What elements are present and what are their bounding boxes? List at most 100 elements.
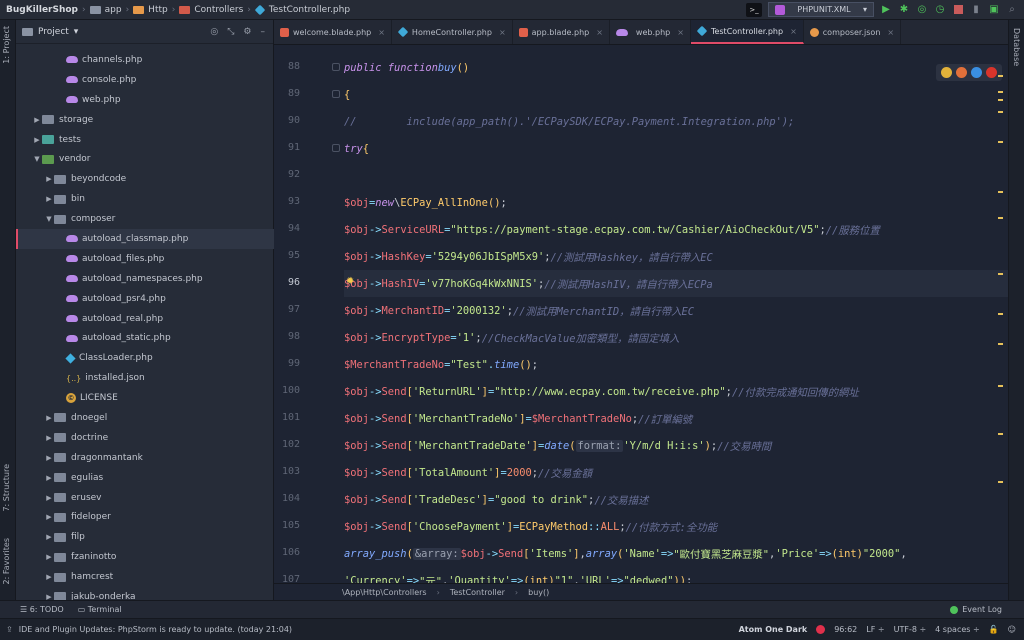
code-line[interactable]: $obj -> Send['ReturnURL'] = "http://www.ec…: [344, 378, 859, 405]
coverage-icon[interactable]: ◎: [916, 4, 928, 16]
tree-item[interactable]: ▶ tests: [16, 130, 274, 150]
code-line[interactable]: $obj -> Send['TradeDesc'] = "good to drink…: [344, 486, 648, 513]
chevron-right-icon[interactable]: ▶: [44, 175, 54, 183]
debug-icon[interactable]: ✱: [898, 4, 910, 16]
code-line[interactable]: $obj = new \ ECPay_AllInOne();: [344, 189, 507, 216]
tree-item[interactable]: ▼ composer: [16, 209, 274, 229]
chevron-right-icon[interactable]: ▶: [32, 136, 42, 144]
tree-item[interactable]: console.php: [16, 70, 274, 90]
file-encoding[interactable]: UTF-8 ÷: [894, 625, 927, 634]
close-icon[interactable]: ×: [378, 28, 385, 37]
chevron-right-icon[interactable]: ▶: [44, 573, 54, 581]
close-icon[interactable]: ×: [790, 27, 797, 36]
tree-item[interactable]: ▶ doctrine: [16, 428, 274, 448]
tree-item[interactable]: autoload_static.php: [16, 328, 274, 348]
tree-item[interactable]: autoload_files.php: [16, 249, 274, 269]
chevron-right-icon[interactable]: ▶: [44, 474, 54, 482]
chrome-icon[interactable]: [941, 67, 952, 78]
tree-item[interactable]: autoload_classmap.php: [16, 229, 274, 249]
inspector-icon[interactable]: ☺: [1008, 625, 1016, 634]
status-message[interactable]: IDE and Plugin Updates: PhpStorm is read…: [19, 625, 292, 634]
update-icon[interactable]: ⇪: [6, 625, 13, 634]
code-line[interactable]: $MerchantTradeNo = "Test". time() ;: [344, 351, 538, 378]
chevron-right-icon[interactable]: ▶: [44, 513, 54, 521]
vcs-icon[interactable]: ▣: [988, 4, 1000, 16]
stop-icon[interactable]: [952, 4, 964, 16]
hide-icon[interactable]: –: [261, 27, 266, 37]
breakpoint-slot[interactable]: [332, 144, 340, 152]
tree-item[interactable]: ▶ fzaninotto: [16, 547, 274, 567]
chevron-right-icon[interactable]: ▶: [44, 553, 54, 561]
code-line[interactable]: // include(app_path().'/ECPaySDK/ECPay.P…: [344, 108, 794, 135]
tree-item[interactable]: autoload_real.php: [16, 309, 274, 329]
tree-item[interactable]: web.php: [16, 90, 274, 110]
code-line[interactable]: 'Currency' => "元", 'Quantity' => (int) "…: [344, 567, 692, 584]
editor-tab[interactable]: TestController.php ×: [690, 20, 804, 44]
project-tool-tab[interactable]: 1: Project: [2, 26, 11, 64]
chevron-down-icon[interactable]: ▼: [32, 155, 42, 163]
structure-tool-tab[interactable]: 7: Structure: [2, 464, 11, 512]
favorites-tool-tab[interactable]: 2: Favorites: [2, 538, 11, 584]
code-line[interactable]: $obj -> Send['MerchantTradeNo'] = $Merchan…: [344, 405, 692, 432]
code-line[interactable]: $obj -> Send['TotalAmount'] = 2000; //交易金額: [344, 459, 592, 486]
code-line[interactable]: $obj -> HashKey = '5294y06JbISpM5x9' ; //測…: [344, 243, 713, 270]
tree-item[interactable]: {..} installed.json: [16, 368, 274, 388]
tree-item[interactable]: ▶ filp: [16, 527, 274, 547]
caret-position[interactable]: 96:62: [834, 625, 857, 634]
project-panel-title[interactable]: Project: [38, 27, 69, 37]
editor-tab[interactable]: HomeController.php ×: [392, 20, 513, 44]
database-tool-tab[interactable]: Database: [1012, 28, 1021, 66]
nav-class[interactable]: TestController: [450, 588, 505, 597]
tree-item[interactable]: ▶ dragonmantank: [16, 448, 274, 468]
tree-item[interactable]: ▶ bin: [16, 189, 274, 209]
chevron-right-icon[interactable]: ▶: [44, 454, 54, 462]
search-icon[interactable]: ⌕: [1006, 4, 1018, 16]
tree-item[interactable]: ▶ hamcrest: [16, 567, 274, 587]
breadcrumb-project[interactable]: BugKillerShop: [6, 5, 78, 15]
editor-tab[interactable]: composer.json ×: [804, 20, 902, 44]
opera-icon[interactable]: [986, 67, 997, 78]
nav-namespace[interactable]: \App\Http\Controllers: [342, 588, 427, 597]
firefox-icon[interactable]: [956, 67, 967, 78]
gear-icon[interactable]: ⚙: [243, 27, 251, 37]
nav-method[interactable]: buy(): [528, 588, 549, 597]
tree-item[interactable]: ▶ fideloper: [16, 507, 274, 527]
close-icon[interactable]: ×: [887, 28, 894, 37]
code-line[interactable]: $obj -> Send['ChoosePayment'] = ECPayMetho…: [344, 513, 717, 540]
locate-icon[interactable]: ◎: [210, 27, 218, 37]
code-line[interactable]: $obj -> HashIV = 'v77hoKGq4kWxNNIS' ; //測試…: [344, 270, 713, 297]
tree-item[interactable]: ▶ dnoegel: [16, 408, 274, 428]
chevron-down-icon[interactable]: ▾: [74, 27, 79, 37]
tree-item[interactable]: channels.php: [16, 50, 274, 70]
breadcrumb-controllers[interactable]: Controllers: [194, 5, 243, 15]
code-line[interactable]: $obj -> MerchantID = '2000132'; //測試用Merch…: [344, 297, 694, 324]
chevron-right-icon[interactable]: ▶: [32, 116, 42, 124]
chevron-right-icon[interactable]: ▶: [44, 195, 54, 203]
code-line[interactable]: array_push(&array: $obj -> Send['Items'], …: [344, 540, 907, 567]
breakpoint-slot[interactable]: [332, 63, 340, 71]
close-icon[interactable]: ×: [499, 28, 506, 37]
editor-tab[interactable]: welcome.blade.php ×: [274, 20, 392, 44]
chevron-right-icon[interactable]: ▶: [44, 533, 54, 541]
lock-icon[interactable]: 🔓: [989, 625, 999, 634]
tree-item[interactable]: ▶ storage: [16, 110, 274, 130]
theme-label[interactable]: Atom One Dark: [739, 625, 808, 634]
chevron-right-icon[interactable]: ▶: [44, 494, 54, 502]
code-line[interactable]: try {: [344, 135, 369, 162]
tree-item[interactable]: © LICENSE: [16, 388, 274, 408]
chevron-right-icon[interactable]: ▶: [44, 414, 54, 422]
editor-tab[interactable]: app.blade.php ×: [513, 20, 610, 44]
code-line[interactable]: $obj -> Send['MerchantTradeDate'] = date( …: [344, 432, 771, 459]
breadcrumb-file[interactable]: TestController.php: [269, 5, 350, 15]
editor-tab[interactable]: web.php ×: [610, 20, 691, 44]
tree-item[interactable]: autoload_namespaces.php: [16, 269, 274, 289]
code-line[interactable]: {: [344, 81, 350, 108]
tree-item[interactable]: ▶ beyondcode: [16, 169, 274, 189]
collapse-icon[interactable]: ⤡: [227, 27, 234, 37]
breadcrumb-app[interactable]: app: [105, 5, 122, 15]
tree-item[interactable]: ClassLoader.php: [16, 348, 274, 368]
todo-tool-button[interactable]: ☰ 6: TODO: [20, 605, 64, 614]
run-icon[interactable]: ▶: [880, 4, 892, 16]
pause-icon[interactable]: ▮: [970, 4, 982, 16]
code-line[interactable]: $obj -> ServiceURL = "https://payment-stag…: [344, 216, 880, 243]
